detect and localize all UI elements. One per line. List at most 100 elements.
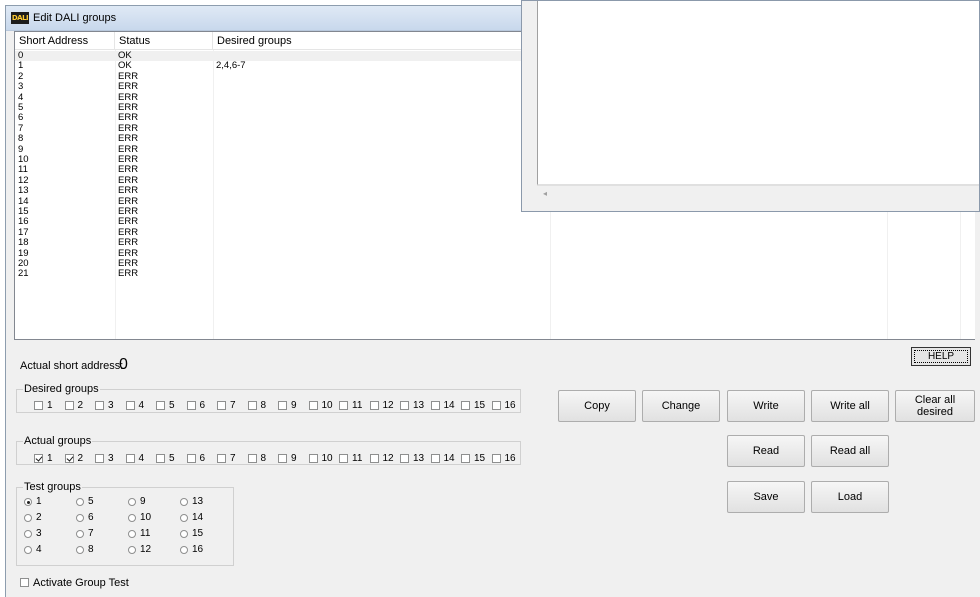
actual-group-checkbox-1[interactable]: 1 bbox=[34, 453, 64, 467]
radio-dot[interactable] bbox=[76, 530, 84, 538]
checkbox-box[interactable] bbox=[125, 401, 135, 410]
table-row[interactable]: 17 ERR bbox=[15, 227, 975, 238]
test-group-radio-1[interactable]: 1 bbox=[24, 496, 64, 509]
checkbox-box[interactable] bbox=[34, 454, 43, 463]
test-group-radio-14[interactable]: 14 bbox=[180, 512, 220, 525]
actual-group-checkbox-14[interactable]: 14 bbox=[430, 453, 461, 467]
radio-dot[interactable] bbox=[24, 530, 32, 538]
table-row[interactable]: 20 ERR bbox=[15, 258, 975, 269]
help-button[interactable]: HELP bbox=[911, 347, 971, 366]
test-group-radio-5[interactable]: 5 bbox=[76, 496, 116, 509]
test-group-radio-16[interactable]: 16 bbox=[180, 544, 220, 557]
checkbox-box[interactable] bbox=[308, 454, 318, 463]
checkbox-box[interactable] bbox=[217, 454, 226, 463]
column-header-short-address[interactable]: Short Address bbox=[15, 32, 115, 50]
test-group-radio-2[interactable]: 2 bbox=[24, 512, 64, 525]
test-group-radio-6[interactable]: 6 bbox=[76, 512, 116, 525]
actual-group-checkbox-15[interactable]: 15 bbox=[461, 453, 491, 467]
test-group-radio-11[interactable]: 11 bbox=[128, 528, 168, 541]
scroll-left-arrow-icon[interactable]: ◂ bbox=[539, 187, 551, 201]
clear-all-desired-button[interactable]: Clear all desired bbox=[895, 390, 975, 422]
actual-group-checkbox-2[interactable]: 2 bbox=[64, 453, 95, 467]
checkbox-box[interactable] bbox=[430, 401, 440, 410]
actual-group-checkbox-12[interactable]: 12 bbox=[369, 453, 400, 467]
checkbox-box[interactable] bbox=[125, 454, 135, 463]
radio-dot[interactable] bbox=[128, 514, 136, 522]
checkbox-box[interactable] bbox=[64, 454, 74, 463]
checkbox-box[interactable] bbox=[278, 401, 287, 410]
radio-dot[interactable] bbox=[180, 514, 188, 522]
column-header-status[interactable]: Status bbox=[115, 32, 213, 50]
actual-group-checkbox-9[interactable]: 9 bbox=[278, 453, 308, 467]
load-button[interactable]: Load bbox=[811, 481, 889, 513]
desired-group-checkbox-16[interactable]: 16 bbox=[491, 400, 522, 414]
actual-group-checkbox-5[interactable]: 5 bbox=[156, 453, 186, 467]
desired-group-checkbox-8[interactable]: 8 bbox=[247, 400, 278, 414]
write-all-button[interactable]: Write all bbox=[811, 390, 889, 422]
change-button[interactable]: Change bbox=[642, 390, 720, 422]
table-row[interactable]: 19 ERR bbox=[15, 248, 975, 259]
activate-group-test-checkbox[interactable]: Activate Group Test bbox=[20, 577, 150, 591]
desired-group-checkbox-7[interactable]: 7 bbox=[217, 400, 247, 414]
checkbox-box[interactable] bbox=[369, 401, 379, 410]
write-button[interactable]: Write bbox=[727, 390, 805, 422]
radio-dot[interactable] bbox=[24, 514, 32, 522]
test-group-radio-15[interactable]: 15 bbox=[180, 528, 220, 541]
actual-group-checkbox-7[interactable]: 7 bbox=[217, 453, 247, 467]
table-row[interactable]: 18 ERR bbox=[15, 237, 975, 248]
test-group-radio-8[interactable]: 8 bbox=[76, 544, 116, 557]
actual-group-checkbox-16[interactable]: 16 bbox=[491, 453, 522, 467]
checkbox-box[interactable] bbox=[20, 578, 29, 587]
actual-group-checkbox-8[interactable]: 8 bbox=[247, 453, 278, 467]
checkbox-box[interactable] bbox=[186, 454, 196, 463]
table-row[interactable]: 21 ERR bbox=[15, 268, 975, 279]
copy-button[interactable]: Copy bbox=[558, 390, 636, 422]
test-group-radio-10[interactable]: 10 bbox=[128, 512, 168, 525]
desired-group-checkbox-14[interactable]: 14 bbox=[430, 400, 461, 414]
desired-group-checkbox-1[interactable]: 1 bbox=[34, 400, 64, 414]
test-group-radio-9[interactable]: 9 bbox=[128, 496, 168, 509]
radio-dot[interactable] bbox=[128, 498, 136, 506]
radio-dot[interactable] bbox=[180, 498, 188, 506]
actual-group-checkbox-13[interactable]: 13 bbox=[400, 453, 430, 467]
radio-dot[interactable] bbox=[128, 530, 136, 538]
checkbox-box[interactable] bbox=[34, 401, 43, 410]
radio-dot[interactable] bbox=[180, 546, 188, 554]
checkbox-box[interactable] bbox=[491, 454, 501, 463]
desired-group-checkbox-2[interactable]: 2 bbox=[64, 400, 95, 414]
checkbox-box[interactable] bbox=[461, 454, 470, 463]
checkbox-box[interactable] bbox=[339, 454, 348, 463]
desired-group-checkbox-11[interactable]: 11 bbox=[339, 400, 369, 414]
desired-group-checkbox-6[interactable]: 6 bbox=[186, 400, 217, 414]
desired-group-checkbox-3[interactable]: 3 bbox=[95, 400, 125, 414]
checkbox-box[interactable] bbox=[400, 401, 409, 410]
checkbox-box[interactable] bbox=[186, 401, 196, 410]
test-group-radio-7[interactable]: 7 bbox=[76, 528, 116, 541]
checkbox-box[interactable] bbox=[247, 454, 257, 463]
checkbox-box[interactable] bbox=[491, 401, 501, 410]
checkbox-box[interactable] bbox=[95, 454, 104, 463]
horizontal-scrollbar[interactable]: ◂ bbox=[537, 185, 979, 202]
desired-group-checkbox-15[interactable]: 15 bbox=[461, 400, 491, 414]
test-group-radio-4[interactable]: 4 bbox=[24, 544, 64, 557]
checkbox-box[interactable] bbox=[156, 401, 165, 410]
actual-group-checkbox-10[interactable]: 10 bbox=[308, 453, 339, 467]
checkbox-box[interactable] bbox=[156, 454, 165, 463]
test-group-radio-12[interactable]: 12 bbox=[128, 544, 168, 557]
checkbox-box[interactable] bbox=[369, 454, 379, 463]
radio-dot[interactable] bbox=[24, 498, 32, 506]
read-button[interactable]: Read bbox=[727, 435, 805, 467]
checkbox-box[interactable] bbox=[308, 401, 318, 410]
actual-group-checkbox-6[interactable]: 6 bbox=[186, 453, 217, 467]
checkbox-box[interactable] bbox=[247, 401, 257, 410]
radio-dot[interactable] bbox=[76, 546, 84, 554]
checkbox-box[interactable] bbox=[461, 401, 470, 410]
checkbox-box[interactable] bbox=[95, 401, 104, 410]
desired-group-checkbox-5[interactable]: 5 bbox=[156, 400, 186, 414]
checkbox-box[interactable] bbox=[278, 454, 287, 463]
desired-group-checkbox-9[interactable]: 9 bbox=[278, 400, 308, 414]
radio-dot[interactable] bbox=[76, 498, 84, 506]
checkbox-box[interactable] bbox=[217, 401, 226, 410]
desired-group-checkbox-10[interactable]: 10 bbox=[308, 400, 339, 414]
read-all-button[interactable]: Read all bbox=[811, 435, 889, 467]
